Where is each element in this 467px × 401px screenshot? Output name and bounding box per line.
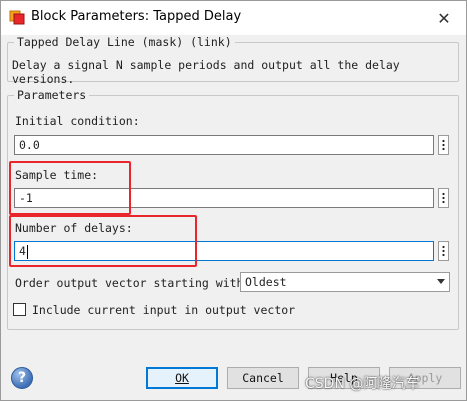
order-output-label: Order output vector starting with: [15, 276, 251, 290]
parameters-group: Parameters [7, 88, 459, 330]
parameters-legend: Parameters [14, 88, 90, 102]
number-of-delays-label: Number of delays: [15, 221, 133, 235]
sample-time-field[interactable]: -1 [14, 188, 434, 208]
initial-condition-dialog-button[interactable] [438, 135, 449, 155]
include-current-label: Include current input in output vector [32, 303, 296, 317]
number-of-delays-dialog-button[interactable] [438, 241, 449, 261]
text-caret [26, 244, 28, 259]
initial-condition-field[interactable]: 0.0 [14, 135, 434, 155]
help-button-label: Help [330, 371, 358, 385]
vertical-dots-icon [442, 139, 445, 151]
sample-time-label: Sample time: [15, 168, 99, 182]
vertical-dots-icon [442, 245, 445, 257]
close-icon: ✕ [437, 8, 451, 28]
vertical-dots-icon [442, 192, 445, 204]
sample-time-dialog-button[interactable] [438, 188, 449, 208]
window-title: Block Parameters: Tapped Delay [31, 9, 242, 24]
close-button[interactable]: ✕ [433, 7, 455, 29]
cancel-button-label: Cancel [242, 371, 284, 385]
include-current-checkbox[interactable] [13, 303, 26, 316]
apply-button[interactable]: Apply [389, 367, 461, 389]
mask-description-text: Delay a signal N sample periods and outp… [12, 58, 400, 86]
order-output-selected: Oldest [245, 275, 287, 289]
cancel-button[interactable]: Cancel [227, 367, 299, 389]
ok-button[interactable]: OK [146, 367, 218, 389]
number-of-delays-field[interactable]: 4 [14, 241, 434, 261]
apply-button-label: Apply [407, 371, 443, 385]
order-output-select[interactable]: Oldest [240, 272, 450, 292]
title-bar[interactable]: Block Parameters: Tapped Delay ✕ [1, 1, 466, 35]
mask-description-group: Tapped Delay Line (mask) (link) Delay a … [7, 35, 459, 86]
initial-condition-label: Initial condition: [15, 114, 140, 128]
help-icon[interactable]: ? [11, 367, 33, 389]
help-button[interactable]: Help [308, 367, 380, 389]
block-parameters-dialog: Block Parameters: Tapped Delay ✕ Tapped … [0, 0, 467, 401]
chevron-down-icon [437, 279, 445, 284]
ok-button-label: OK [175, 371, 189, 385]
mask-group-legend: Tapped Delay Line (mask) (link) [14, 35, 235, 49]
number-of-delays-value: 4 [19, 244, 26, 258]
simulink-block-icon [9, 10, 25, 25]
